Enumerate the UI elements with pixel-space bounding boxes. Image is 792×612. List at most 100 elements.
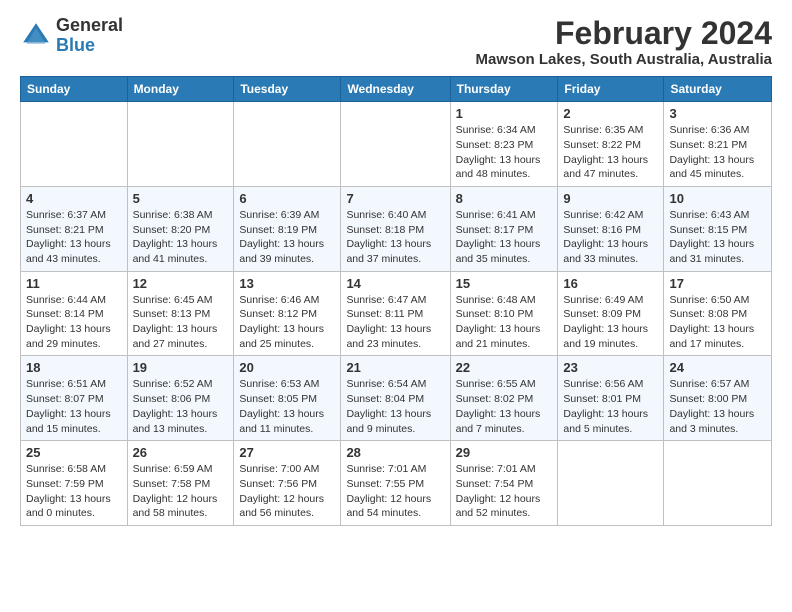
day-number: 3 — [669, 106, 766, 121]
calendar-cell: 4 Sunrise: 6:37 AM Sunset: 8:21 PM Daylig… — [21, 186, 128, 271]
day-number: 28 — [346, 445, 444, 460]
day-info: Sunrise: 6:51 AM Sunset: 8:07 PM Dayligh… — [26, 377, 122, 436]
week-row-5: 25Sunrise: 6:58 AM Sunset: 7:59 PM Dayli… — [21, 441, 772, 526]
day-info: Sunrise: 6:56 AM Sunset: 8:01 PM Dayligh… — [563, 377, 658, 436]
day-number: 17 — [669, 276, 766, 291]
calendar-cell: 5 Sunrise: 6:38 AM Sunset: 8:20 PM Daylig… — [127, 186, 234, 271]
calendar-cell: 17 Sunrise: 6:50 AM Sunset: 8:08 PM Dayli… — [664, 271, 772, 356]
calendar-cell: 6 Sunrise: 6:39 AM Sunset: 8:19 PM Daylig… — [234, 186, 341, 271]
day-number: 23 — [563, 360, 658, 375]
calendar-cell — [341, 102, 450, 187]
day-number: 21 — [346, 360, 444, 375]
day-info: Sunrise: 7:01 AM Sunset: 7:55 PM Dayligh… — [346, 462, 444, 521]
day-header-tuesday: Tuesday — [234, 77, 341, 102]
day-info: Sunrise: 6:43 AM Sunset: 8:15 PM Dayligh… — [669, 208, 766, 267]
day-header-wednesday: Wednesday — [341, 77, 450, 102]
week-row-2: 4 Sunrise: 6:37 AM Sunset: 8:21 PM Daylig… — [21, 186, 772, 271]
day-header-friday: Friday — [558, 77, 664, 102]
day-number: 12 — [133, 276, 229, 291]
week-row-1: 1 Sunrise: 6:34 AM Sunset: 8:23 PM Daylig… — [21, 102, 772, 187]
day-number: 8 — [456, 191, 553, 206]
day-info: Sunrise: 6:49 AM Sunset: 8:09 PM Dayligh… — [563, 293, 658, 352]
week-row-3: 11 Sunrise: 6:44 AM Sunset: 8:14 PM Dayli… — [21, 271, 772, 356]
calendar-cell — [558, 441, 664, 526]
day-info: Sunrise: 6:37 AM Sunset: 8:21 PM Dayligh… — [26, 208, 122, 267]
day-number: 5 — [133, 191, 229, 206]
calendar-cell: 14 Sunrise: 6:47 AM Sunset: 8:11 PM Dayli… — [341, 271, 450, 356]
calendar-cell: 2Sunrise: 6:35 AM Sunset: 8:22 PM Daylig… — [558, 102, 664, 187]
day-info: Sunrise: 6:45 AM Sunset: 8:13 PM Dayligh… — [133, 293, 229, 352]
day-number: 20 — [239, 360, 335, 375]
day-number: 1 — [456, 106, 553, 121]
calendar-cell: 10 Sunrise: 6:43 AM Sunset: 8:15 PM Dayli… — [664, 186, 772, 271]
day-number: 26 — [133, 445, 229, 460]
location: Mawson Lakes, South Australia, Australia — [476, 51, 772, 68]
day-info: Sunrise: 6:34 AM Sunset: 8:23 PM Dayligh… — [456, 123, 553, 182]
day-number: 9 — [563, 191, 658, 206]
day-info: Sunrise: 6:46 AM Sunset: 8:12 PM Dayligh… — [239, 293, 335, 352]
day-number: 24 — [669, 360, 766, 375]
calendar-cell: 19 Sunrise: 6:52 AM Sunset: 8:06 PM Dayli… — [127, 356, 234, 441]
calendar-cell: 27 Sunrise: 7:00 AM Sunset: 7:56 PM Dayli… — [234, 441, 341, 526]
calendar-cell — [234, 102, 341, 187]
calendar-cell: 21 Sunrise: 6:54 AM Sunset: 8:04 PM Dayli… — [341, 356, 450, 441]
day-number: 10 — [669, 191, 766, 206]
calendar-cell: 24Sunrise: 6:57 AM Sunset: 8:00 PM Dayli… — [664, 356, 772, 441]
title-area: February 2024 Mawson Lakes, South Austra… — [476, 16, 772, 68]
calendar-cell — [127, 102, 234, 187]
day-number: 6 — [239, 191, 335, 206]
calendar-cell: 15 Sunrise: 6:48 AM Sunset: 8:10 PM Dayli… — [450, 271, 558, 356]
calendar-cell: 26 Sunrise: 6:59 AM Sunset: 7:58 PM Dayli… — [127, 441, 234, 526]
day-info: Sunrise: 6:42 AM Sunset: 8:16 PM Dayligh… — [563, 208, 658, 267]
day-info: Sunrise: 6:52 AM Sunset: 8:06 PM Dayligh… — [133, 377, 229, 436]
logo-icon — [20, 20, 52, 52]
day-info: Sunrise: 6:48 AM Sunset: 8:10 PM Dayligh… — [456, 293, 553, 352]
header: General Blue February 2024 Mawson Lakes,… — [20, 16, 772, 68]
day-number: 27 — [239, 445, 335, 460]
day-info: Sunrise: 6:44 AM Sunset: 8:14 PM Dayligh… — [26, 293, 122, 352]
calendar-cell: 8Sunrise: 6:41 AM Sunset: 8:17 PM Daylig… — [450, 186, 558, 271]
week-row-4: 18 Sunrise: 6:51 AM Sunset: 8:07 PM Dayli… — [21, 356, 772, 441]
day-number: 19 — [133, 360, 229, 375]
calendar-cell — [21, 102, 128, 187]
month-year: February 2024 — [476, 16, 772, 51]
calendar-cell: 3 Sunrise: 6:36 AM Sunset: 8:21 PM Daylig… — [664, 102, 772, 187]
day-info: Sunrise: 6:54 AM Sunset: 8:04 PM Dayligh… — [346, 377, 444, 436]
day-number: 14 — [346, 276, 444, 291]
day-info: Sunrise: 6:53 AM Sunset: 8:05 PM Dayligh… — [239, 377, 335, 436]
day-number: 11 — [26, 276, 122, 291]
day-info: Sunrise: 6:59 AM Sunset: 7:58 PM Dayligh… — [133, 462, 229, 521]
day-number: 18 — [26, 360, 122, 375]
calendar-cell: 20 Sunrise: 6:53 AM Sunset: 8:05 PM Dayli… — [234, 356, 341, 441]
day-info: Sunrise: 6:36 AM Sunset: 8:21 PM Dayligh… — [669, 123, 766, 182]
day-info: Sunrise: 6:39 AM Sunset: 8:19 PM Dayligh… — [239, 208, 335, 267]
calendar-cell: 12 Sunrise: 6:45 AM Sunset: 8:13 PM Dayli… — [127, 271, 234, 356]
calendar-cell: 25Sunrise: 6:58 AM Sunset: 7:59 PM Dayli… — [21, 441, 128, 526]
day-number: 25 — [26, 445, 122, 460]
day-header-saturday: Saturday — [664, 77, 772, 102]
calendar-cell: 29Sunrise: 7:01 AM Sunset: 7:54 PM Dayli… — [450, 441, 558, 526]
day-number: 15 — [456, 276, 553, 291]
day-number: 13 — [239, 276, 335, 291]
day-header-monday: Monday — [127, 77, 234, 102]
day-number: 2 — [563, 106, 658, 121]
calendar-cell: 11 Sunrise: 6:44 AM Sunset: 8:14 PM Dayli… — [21, 271, 128, 356]
day-header-thursday: Thursday — [450, 77, 558, 102]
day-info: Sunrise: 6:38 AM Sunset: 8:20 PM Dayligh… — [133, 208, 229, 267]
day-info: Sunrise: 6:47 AM Sunset: 8:11 PM Dayligh… — [346, 293, 444, 352]
day-info: Sunrise: 6:55 AM Sunset: 8:02 PM Dayligh… — [456, 377, 553, 436]
day-number: 4 — [26, 191, 122, 206]
day-number: 16 — [563, 276, 658, 291]
calendar-table: SundayMondayTuesdayWednesdayThursdayFrid… — [20, 76, 772, 526]
day-info: Sunrise: 6:50 AM Sunset: 8:08 PM Dayligh… — [669, 293, 766, 352]
calendar-cell: 18 Sunrise: 6:51 AM Sunset: 8:07 PM Dayli… — [21, 356, 128, 441]
logo: General Blue — [20, 16, 123, 56]
day-info: Sunrise: 7:01 AM Sunset: 7:54 PM Dayligh… — [456, 462, 553, 521]
logo-text: General Blue — [56, 16, 123, 56]
day-info: Sunrise: 7:00 AM Sunset: 7:56 PM Dayligh… — [239, 462, 335, 521]
day-number: 22 — [456, 360, 553, 375]
calendar-cell: 16 Sunrise: 6:49 AM Sunset: 8:09 PM Dayli… — [558, 271, 664, 356]
calendar-header-row: SundayMondayTuesdayWednesdayThursdayFrid… — [21, 77, 772, 102]
calendar-cell: 7Sunrise: 6:40 AM Sunset: 8:18 PM Daylig… — [341, 186, 450, 271]
calendar-cell: 9 Sunrise: 6:42 AM Sunset: 8:16 PM Daylig… — [558, 186, 664, 271]
